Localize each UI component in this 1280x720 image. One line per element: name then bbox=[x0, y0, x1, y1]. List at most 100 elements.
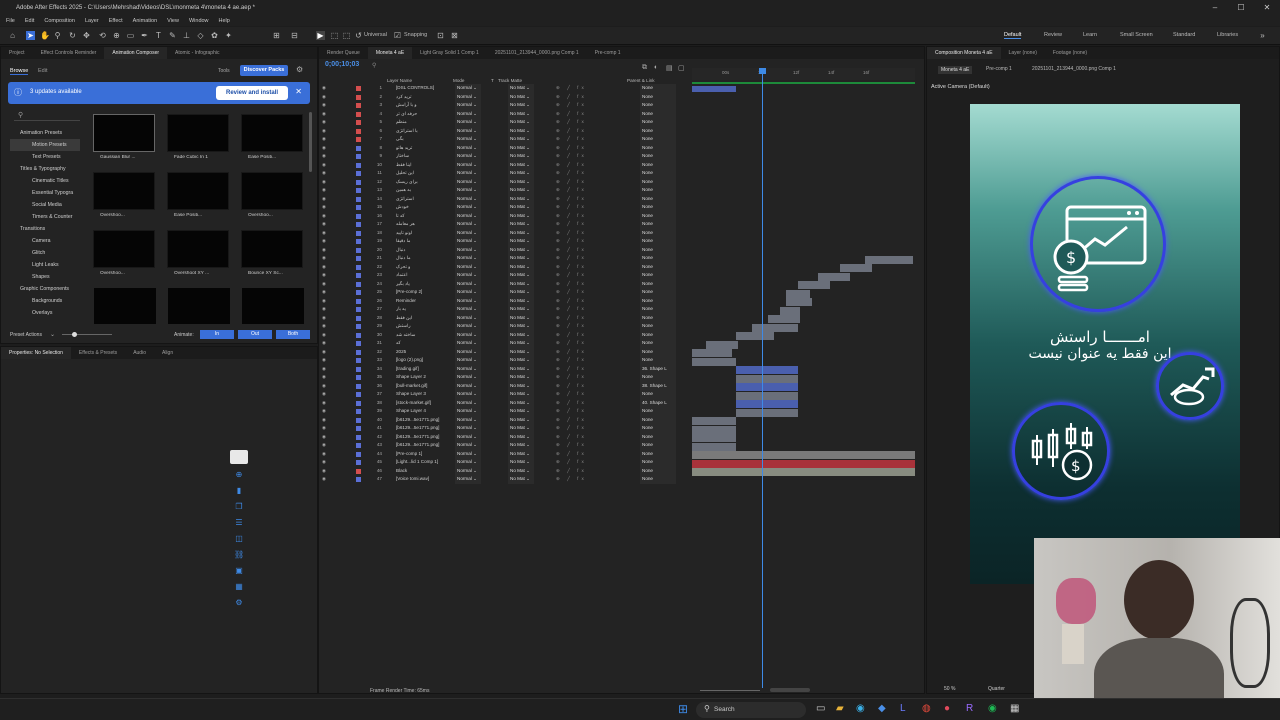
label-color-swatch[interactable] bbox=[356, 434, 361, 440]
layer-switches[interactable]: ⊕ ╱ fx bbox=[556, 144, 587, 153]
track-matte-dropdown[interactable]: No Mat ⌄ bbox=[508, 271, 534, 280]
playhead-handle[interactable] bbox=[759, 68, 766, 74]
layer-switches[interactable]: ⊕ ╱ fx bbox=[556, 356, 587, 365]
label-color-swatch[interactable] bbox=[356, 264, 361, 270]
visibility-eye-icon[interactable]: ◉ bbox=[322, 110, 326, 119]
layer-name[interactable]: ما دنبال bbox=[396, 254, 454, 263]
layer-name[interactable]: ترید هاتو bbox=[396, 144, 454, 153]
layer-row[interactable]: ◉ 42 [b6129...5e1771.png] Normal ⌄ No Mat ⌄ ⊕… bbox=[320, 432, 693, 442]
track-matte-dropdown[interactable]: No Mat ⌄ bbox=[508, 466, 534, 475]
blend-mode-dropdown[interactable]: Normal ⌄ bbox=[455, 84, 481, 93]
layer-name[interactable]: اعتماد bbox=[396, 271, 454, 280]
layer-bar[interactable] bbox=[692, 349, 732, 357]
layer-switches[interactable]: ⊕ ╱ fx bbox=[556, 118, 587, 127]
track-matte-dropdown[interactable]: No Mat ⌄ bbox=[508, 313, 534, 322]
visibility-eye-icon[interactable]: ◉ bbox=[322, 467, 326, 476]
blend-mode-dropdown[interactable]: Normal ⌄ bbox=[455, 305, 481, 314]
layer-switches[interactable]: ⊕ ╱ fx bbox=[556, 399, 587, 408]
preset-actions-dropdown[interactable]: Preset Actions bbox=[10, 332, 42, 338]
visibility-eye-icon[interactable]: ◉ bbox=[322, 101, 326, 110]
label-color-swatch[interactable] bbox=[356, 443, 361, 448]
layer-row[interactable]: ◉ 41 [b6129...5e1771.png] Normal ⌄ No Mat ⌄ ⊕… bbox=[320, 424, 693, 433]
track-matte-dropdown[interactable]: No Mat ⌄ bbox=[508, 169, 534, 178]
blend-mode-dropdown[interactable]: Normal ⌄ bbox=[455, 475, 481, 484]
blend-mode-dropdown[interactable]: Normal ⌄ bbox=[455, 364, 481, 373]
layer-row[interactable]: ◉ 12 برای ریسک Normal ⌄ No Mat ⌄ ⊕ ╱ fx None bbox=[320, 177, 693, 186]
layer-row[interactable]: ◉ 15 خودش Normal ⌄ No Mat ⌄ ⊕ ╱ fx None bbox=[320, 203, 693, 212]
puppet-tool-icon[interactable]: ✦ bbox=[224, 31, 233, 40]
visibility-eye-icon[interactable]: ◉ bbox=[322, 118, 326, 127]
layer-switches[interactable]: ⊕ ╱ fx bbox=[556, 101, 587, 110]
parent-dropdown[interactable]: None bbox=[640, 347, 676, 356]
blend-mode-dropdown[interactable]: Normal ⌄ bbox=[455, 449, 481, 458]
visibility-eye-icon[interactable]: ◉ bbox=[322, 365, 326, 374]
layer-name[interactable]: یاد بگیر bbox=[396, 280, 454, 289]
label-color-swatch[interactable] bbox=[356, 128, 361, 134]
layer-row[interactable]: ◉ 18 اونو تایید Normal ⌄ No Mat ⌄ ⊕ ╱ fx None bbox=[320, 228, 693, 238]
tree-item[interactable]: Glitch bbox=[10, 247, 80, 259]
layer-name[interactable]: منظم bbox=[396, 118, 454, 127]
track-matte-dropdown[interactable]: No Mat ⌄ bbox=[508, 373, 534, 382]
minimize-button[interactable]: – bbox=[1202, 0, 1228, 16]
track-matte-dropdown[interactable]: No Mat ⌄ bbox=[508, 135, 534, 144]
track-matte-dropdown[interactable]: No Mat ⌄ bbox=[508, 228, 534, 237]
layer-row[interactable]: ◉ 10 اینا فقط Normal ⌄ No Mat ⌄ ⊕ ╱ fx None bbox=[320, 160, 693, 170]
layer-name[interactable]: و با آرامش bbox=[396, 101, 454, 110]
layer-row[interactable]: ◉ 46 Black Normal ⌄ No Mat ⌄ ⊕ ╱ fx None bbox=[320, 466, 693, 476]
orbit-tool-icon[interactable]: ↻ bbox=[68, 31, 77, 40]
label-color-swatch[interactable] bbox=[356, 400, 361, 406]
track-matte-dropdown[interactable]: No Mat ⌄ bbox=[508, 143, 534, 152]
layer-row[interactable]: ◉ 39 Shape Layer 4 Normal ⌄ No Mat ⌄ ⊕ ╱ fx No… bbox=[320, 407, 693, 416]
layer-row[interactable]: ◉ 26 Reminder Normal ⌄ No Mat ⌄ ⊕ ╱ fx None bbox=[320, 296, 693, 305]
layer-bar[interactable] bbox=[692, 468, 915, 476]
layer-name[interactable]: بگی bbox=[396, 135, 454, 144]
visibility-eye-icon[interactable]: ◉ bbox=[322, 416, 326, 425]
layer-name[interactable]: [b6129...5e1771.png] bbox=[396, 433, 454, 442]
parent-dropdown[interactable]: None bbox=[640, 220, 676, 229]
preset-thumbnail[interactable]: Ease Positi... bbox=[238, 114, 306, 166]
parent-dropdown[interactable]: None bbox=[640, 194, 676, 203]
layer-switches[interactable]: ⊕ ╱ fx bbox=[556, 229, 587, 238]
visibility-eye-icon[interactable]: ◉ bbox=[322, 161, 326, 170]
blend-mode-dropdown[interactable]: Normal ⌄ bbox=[455, 118, 481, 127]
visibility-eye-icon[interactable]: ◉ bbox=[322, 441, 326, 450]
layer-name[interactable]: [bull-market.gif] bbox=[396, 382, 454, 391]
tree-item[interactable]: Graphic Components bbox=[10, 283, 80, 295]
label-color-swatch[interactable] bbox=[356, 460, 361, 465]
parent-dropdown[interactable]: None bbox=[640, 203, 676, 212]
track-matte-dropdown[interactable]: No Mat ⌄ bbox=[508, 101, 534, 110]
blend-mode-dropdown[interactable]: Normal ⌄ bbox=[455, 347, 481, 356]
layer-name[interactable]: [Pre-comp 1] bbox=[396, 450, 454, 459]
label-color-swatch[interactable] bbox=[356, 137, 361, 142]
layer-name[interactable]: Shape Layer 4 bbox=[396, 407, 454, 416]
subtab-edit[interactable]: Edit bbox=[38, 68, 47, 74]
thumbnail-size-slider[interactable] bbox=[62, 334, 112, 335]
tab-animation-composer[interactable]: Animation Composer bbox=[104, 47, 168, 59]
add-icon[interactable]: ⊕ bbox=[234, 470, 244, 480]
tools-label[interactable]: Tools bbox=[218, 68, 230, 74]
spotify-icon[interactable]: ◉ bbox=[988, 703, 997, 714]
layer-switches[interactable]: ⊕ ╱ fx bbox=[556, 195, 587, 204]
parent-dropdown[interactable]: None bbox=[640, 407, 676, 416]
layer-switches[interactable]: ⊕ ╱ fx bbox=[556, 331, 587, 340]
frame-blend-icon[interactable]: ▢ bbox=[678, 64, 685, 72]
parent-dropdown[interactable]: None bbox=[640, 143, 676, 152]
layer-switches[interactable]: ⊕ ╱ fx bbox=[556, 280, 587, 289]
blend-mode-dropdown[interactable]: Normal ⌄ bbox=[455, 398, 481, 407]
visibility-eye-icon[interactable]: ◉ bbox=[322, 373, 326, 382]
track-matte-dropdown[interactable]: No Mat ⌄ bbox=[508, 330, 534, 339]
track-matte-dropdown[interactable]: No Mat ⌄ bbox=[508, 84, 534, 93]
layer-row[interactable]: ◉ 44 [Pre-comp 1] Normal ⌄ No Mat ⌄ ⊕ ╱ fx Non… bbox=[320, 449, 693, 459]
current-timecode[interactable]: 0;00;10;03 bbox=[325, 61, 359, 68]
parent-dropdown[interactable]: None bbox=[640, 84, 676, 93]
visibility-eye-icon[interactable]: ◉ bbox=[322, 348, 326, 357]
layer-row[interactable]: ◉ 35 Shape Layer 2 Normal ⌄ No Mat ⌄ ⊕ ╱ fx No… bbox=[320, 373, 693, 382]
layer-bar[interactable] bbox=[692, 358, 736, 366]
layer-bar[interactable] bbox=[692, 426, 736, 434]
label-color-swatch[interactable] bbox=[356, 171, 361, 176]
blend-mode-dropdown[interactable]: Normal ⌄ bbox=[455, 143, 481, 152]
track-icon[interactable]: ⬚ bbox=[330, 31, 339, 40]
list-icon[interactable]: ☰ bbox=[234, 518, 244, 528]
layer-row[interactable]: ◉ 25 [Pre-comp 2] Normal ⌄ No Mat ⌄ ⊕ ╱ fx Non… bbox=[320, 288, 693, 297]
layer-name[interactable]: [DSL CONTROLS] bbox=[396, 84, 454, 93]
